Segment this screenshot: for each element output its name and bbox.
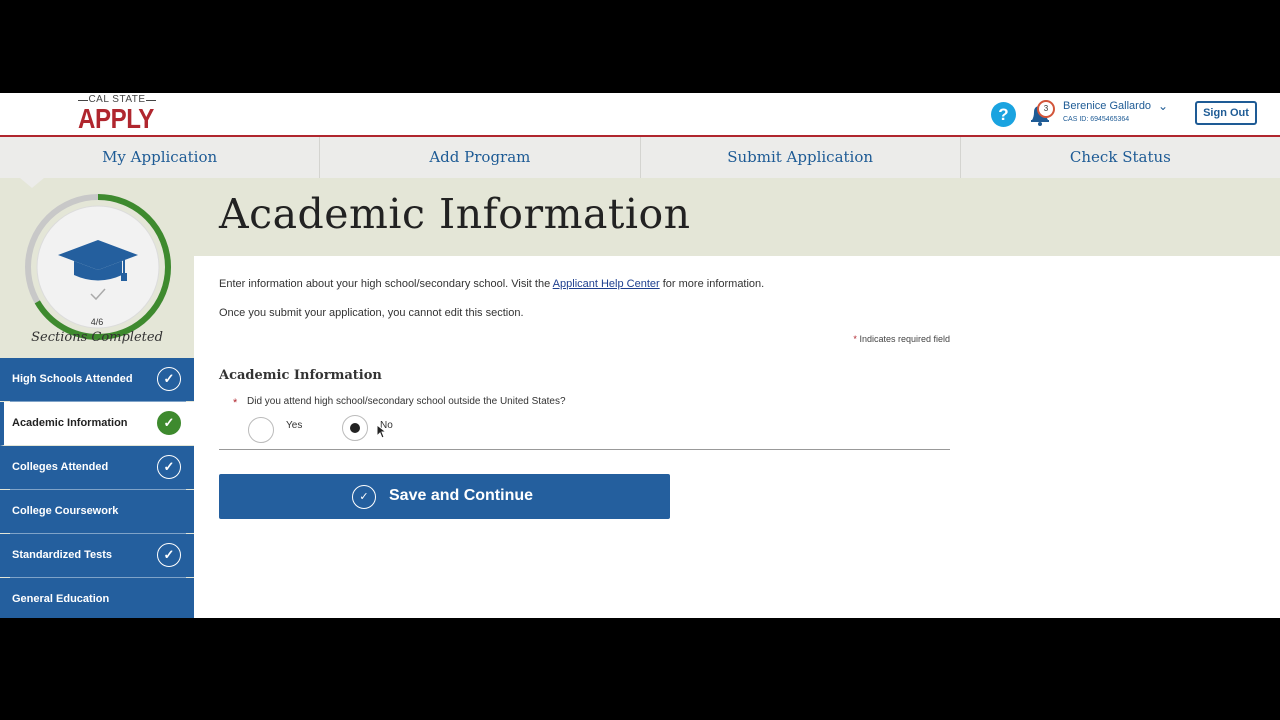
- sidebar-item-label: College Coursework: [12, 505, 119, 517]
- sidebar-item-standardized-tests[interactable]: Standardized Tests ✓: [0, 534, 194, 578]
- title-band: Academic Information: [194, 178, 1280, 256]
- tab-submit-application[interactable]: Submit Application: [641, 137, 961, 178]
- intro-text-after: for more information.: [659, 278, 765, 290]
- sidebar-item-colleges-attended[interactable]: Colleges Attended ✓: [0, 446, 194, 490]
- cas-id-text: CAS ID: 6945465364: [1063, 116, 1130, 123]
- cal-state-apply-logo[interactable]: CAL STATE APPLY: [78, 93, 158, 135]
- check-circle-icon: ✓: [352, 485, 376, 509]
- radio-yes[interactable]: [248, 417, 274, 443]
- sidebar-item-label: Academic Information: [12, 417, 128, 429]
- help-icon[interactable]: ?: [991, 102, 1016, 127]
- applicant-help-center-link[interactable]: Applicant Help Center: [553, 278, 660, 290]
- sidebar-item-label: Standardized Tests: [12, 549, 113, 561]
- tab-add-program[interactable]: Add Program: [320, 137, 641, 178]
- user-menu-name[interactable]: Berenice Gallardo: [1063, 100, 1151, 112]
- sidebar-item-label: High Schools Attended: [12, 373, 133, 385]
- sign-out-button[interactable]: Sign Out: [1195, 101, 1257, 125]
- check-circle-icon: ✓: [157, 367, 181, 391]
- mouse-cursor-icon: [376, 424, 388, 439]
- notifications-bell-icon[interactable]: 3: [1028, 100, 1055, 127]
- divider: [219, 449, 950, 450]
- sidebar-item-label: Colleges Attended: [12, 461, 109, 473]
- required-note-text: Indicates required field: [859, 334, 950, 344]
- radio-no[interactable]: [342, 415, 368, 441]
- progress-label: Sections Completed: [31, 330, 163, 345]
- sidebar-item-label: General Education: [12, 593, 110, 605]
- save-and-continue-button[interactable]: ✓ Save and Continue: [219, 474, 670, 519]
- active-tab-pointer: [20, 178, 44, 188]
- logo-bottom-text: APPLY: [78, 103, 154, 134]
- intro-text-before: Enter information about your high school…: [219, 278, 553, 290]
- chevron-down-icon[interactable]: ⌄: [1158, 99, 1168, 113]
- check-circle-icon: ✓: [157, 455, 181, 479]
- edit-notice: Once you submit your application, you ca…: [219, 307, 524, 319]
- intro-text: Enter information about your high school…: [219, 278, 764, 290]
- main-navigation: My Application Add Program Submit Applic…: [0, 137, 1280, 178]
- sidebar-item-high-schools-attended[interactable]: High Schools Attended ✓: [0, 358, 194, 402]
- radio-selected-dot: [350, 423, 360, 433]
- section-title: Academic Information: [219, 368, 382, 383]
- check-circle-icon: ✓: [157, 411, 181, 435]
- sidebar-item-college-coursework[interactable]: College Coursework: [0, 490, 194, 534]
- site-header: CAL STATE APPLY ? 3 Berenice Gallardo ⌄ …: [0, 93, 1280, 137]
- required-star: *: [853, 334, 857, 344]
- required-field-note: * Indicates required field: [754, 334, 950, 344]
- page-title: Academic Information: [219, 190, 691, 238]
- section-navigation: High Schools Attended ✓ Academic Informa…: [0, 358, 194, 618]
- question-required-star: *: [233, 397, 238, 409]
- notification-count-badge: 3: [1037, 100, 1055, 118]
- radio-yes-label[interactable]: Yes: [286, 420, 302, 431]
- question-text: Did you attend high school/secondary sch…: [247, 396, 566, 407]
- main-content: Enter information about your high school…: [194, 256, 1280, 618]
- save-button-label: Save and Continue: [389, 487, 534, 504]
- progress-count: 4/6: [90, 317, 104, 327]
- tab-check-status[interactable]: Check Status: [961, 137, 1280, 178]
- application-window: CAL STATE APPLY ? 3 Berenice Gallardo ⌄ …: [0, 93, 1280, 618]
- tab-my-application[interactable]: My Application: [0, 137, 321, 178]
- sidebar-item-general-education[interactable]: General Education: [0, 578, 194, 618]
- sidebar-item-academic-information[interactable]: Academic Information ✓: [0, 402, 194, 446]
- check-circle-icon: ✓: [157, 543, 181, 567]
